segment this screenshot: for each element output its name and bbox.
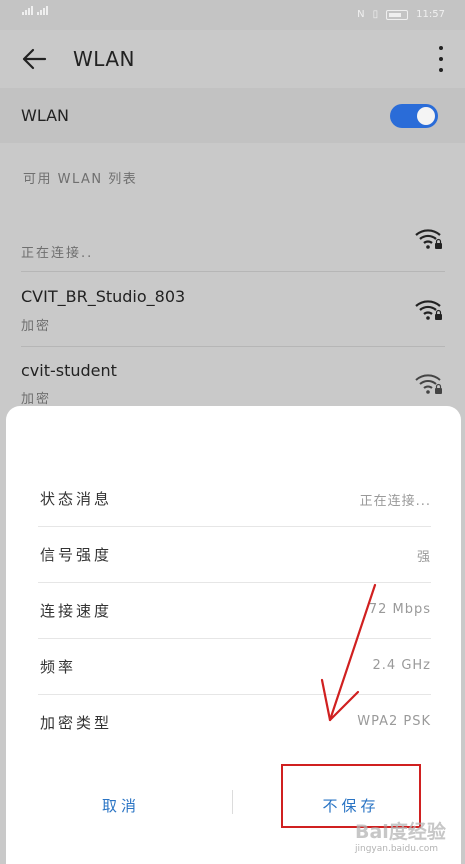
info-row-speed: 连接速度 72 Mbps [38, 582, 431, 638]
network-details-dialog: 状态消息 正在连接... 信号强度 强 连接速度 72 Mbps 频率 2.4 … [6, 406, 461, 864]
wifi-locked-icon [415, 229, 442, 249]
page-title: WLAN [73, 47, 136, 71]
wlan-label: WLAN [21, 106, 70, 125]
info-label: 频率 [40, 658, 77, 676]
wifi-locked-icon [415, 374, 442, 394]
info-value: 72 Mbps [368, 602, 431, 617]
status-time: 11:57 [416, 9, 445, 20]
status-right: N ▯ 11:57 [357, 9, 445, 20]
info-label: 信号强度 [40, 546, 113, 564]
info-value: 强 [416, 550, 431, 565]
wlan-switch[interactable] [390, 104, 438, 128]
info-label: 状态消息 [40, 490, 113, 508]
network-item-cvit-br-studio[interactable]: CVIT_BR_Studio_803 加密 [0, 272, 465, 346]
available-networks-heading: 可用 WLAN 列表 [23, 172, 138, 187]
signal-indicators [22, 6, 48, 15]
more-options-icon[interactable] [437, 46, 445, 72]
info-value: 2.4 GHz [372, 658, 431, 673]
signal-strength-icon [22, 6, 33, 15]
back-arrow-icon[interactable] [20, 45, 48, 73]
network-item-cvit-student[interactable]: cvit-student 加密 [0, 347, 465, 407]
nfc-icon: N [357, 9, 365, 20]
info-row-status: 状态消息 正在连接... [38, 470, 431, 526]
signal-strength-icon-2 [37, 6, 48, 15]
info-row-frequency: 频率 2.4 GHz [38, 638, 431, 694]
network-name: cvit-student [21, 361, 117, 380]
network-status: 加密 [21, 392, 52, 407]
network-item-connecting[interactable]: 正在连接.. [0, 218, 465, 272]
info-value: WPA2 PSK [357, 714, 431, 729]
info-row-encryption: 加密类型 WPA2 PSK [38, 694, 431, 750]
wlan-toggle-row[interactable]: WLAN [0, 88, 465, 143]
info-row-signal: 信号强度 强 [38, 526, 431, 582]
button-divider [232, 790, 233, 814]
battery-icon [386, 9, 409, 20]
status-bar: N ▯ 11:57 [0, 0, 465, 30]
network-name: CVIT_BR_Studio_803 [21, 287, 186, 306]
dont-save-button[interactable]: 不保存 [284, 784, 418, 828]
wifi-locked-icon [415, 300, 442, 320]
network-status: 加密 [21, 319, 52, 334]
info-label: 连接速度 [40, 602, 113, 620]
info-label: 加密类型 [40, 714, 113, 732]
network-status: 正在连接.. [21, 246, 94, 261]
cancel-button[interactable]: 取消 [36, 784, 206, 828]
app-bar: WLAN [0, 30, 465, 88]
vibrate-icon: ▯ [372, 9, 379, 20]
info-value: 正在连接... [359, 494, 431, 509]
